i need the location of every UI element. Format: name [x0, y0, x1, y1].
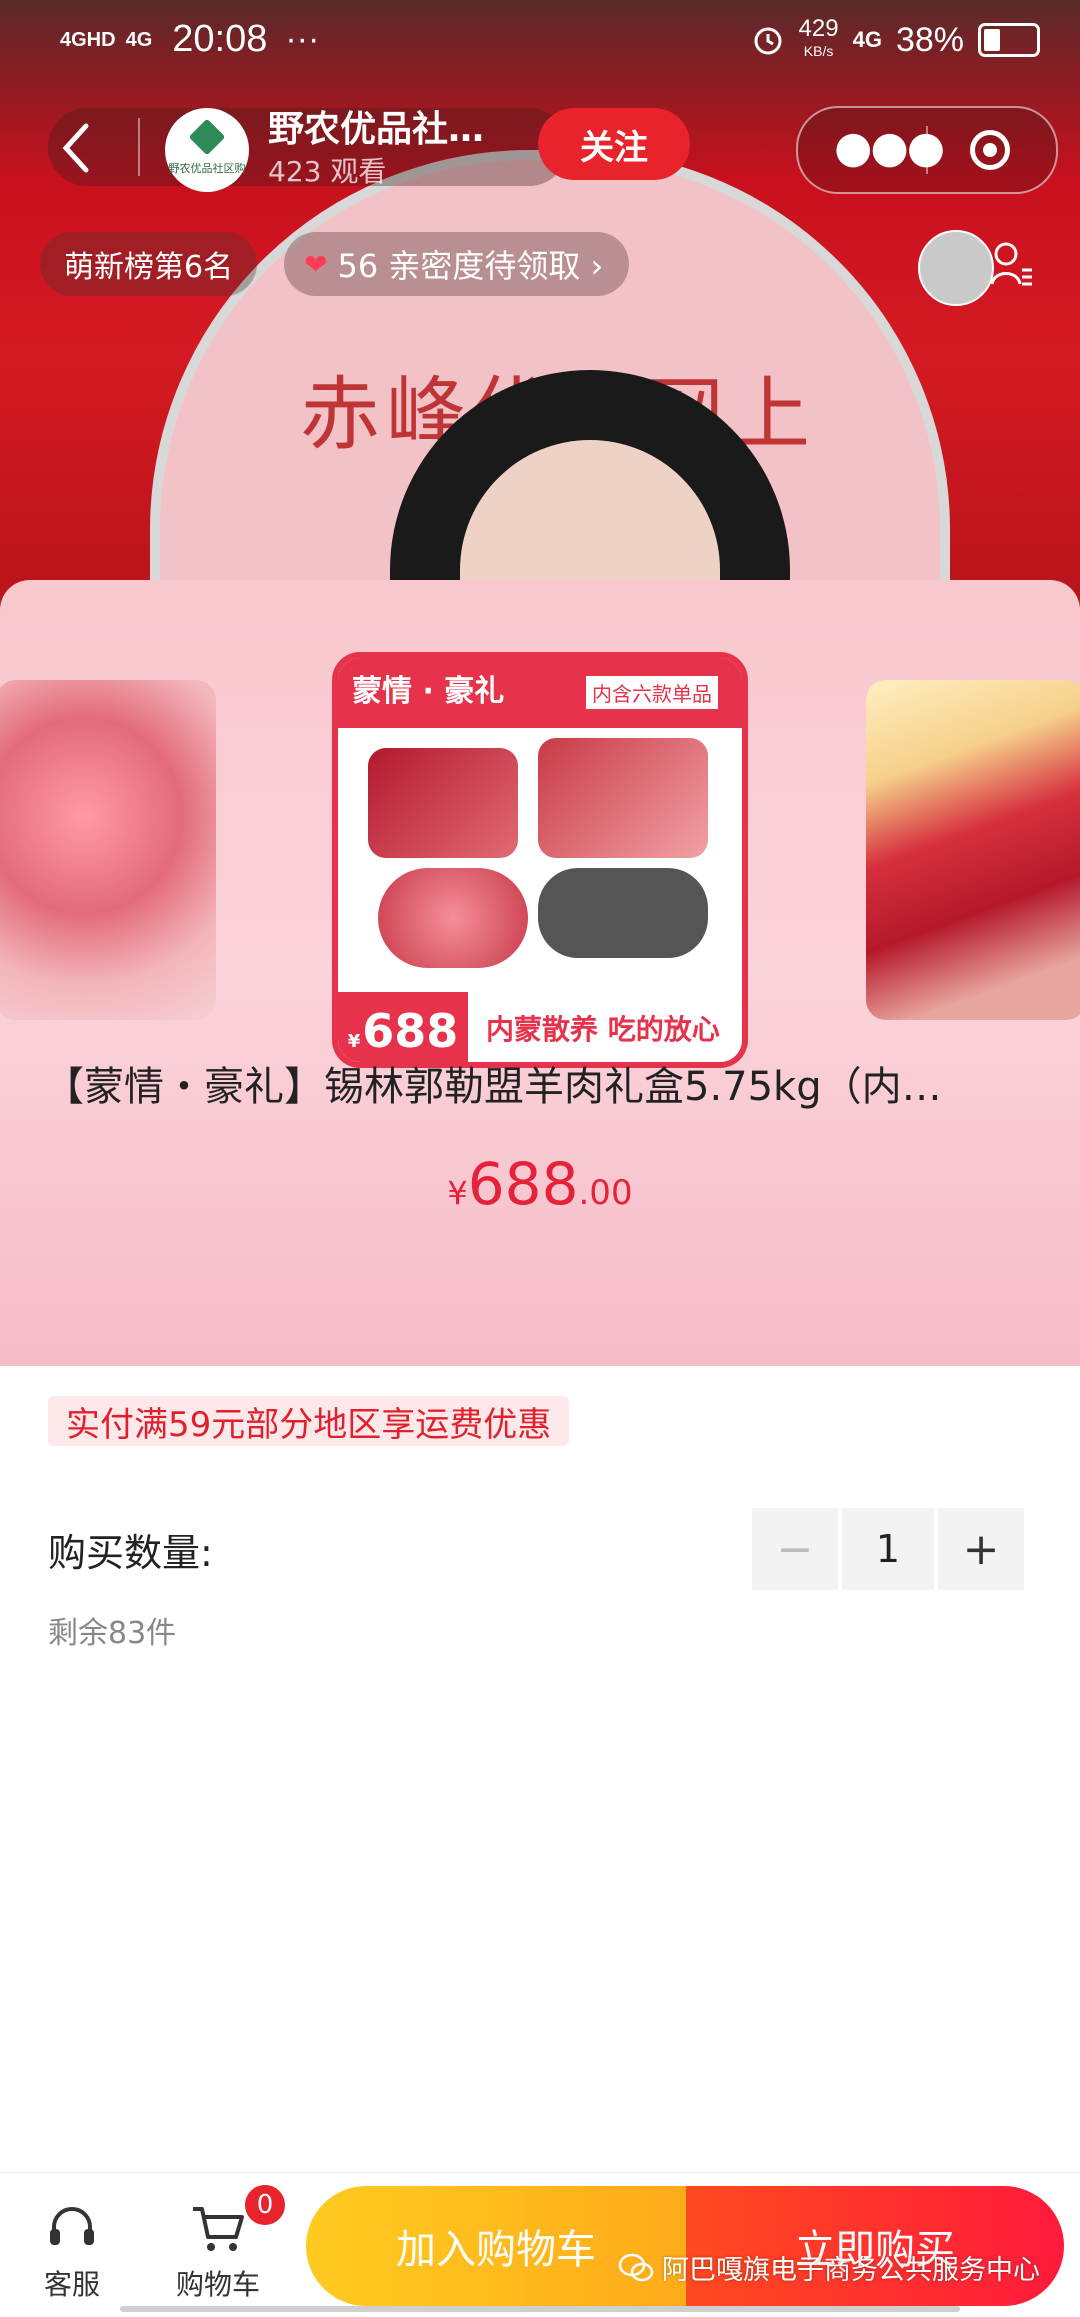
image-price-box: ¥ 688	[338, 992, 468, 1062]
product-title: 【蒙情・豪礼】锡林郭勒盟羊肉礼盒5.75kg（内…	[44, 1064, 942, 1110]
buy-now-button[interactable]: 立即购买	[686, 2186, 1064, 2306]
product-image-next[interactable]	[866, 680, 1080, 1020]
heart-icon: ❤	[304, 247, 328, 281]
product-image-main[interactable]: 蒙情 · 豪礼 内含六款单品 ¥ 688 内蒙散养 吃的放心	[338, 658, 742, 1062]
cart-icon	[193, 2207, 244, 2251]
decrease-button[interactable]: −	[752, 1508, 838, 1590]
chevron-left-icon	[62, 123, 89, 173]
wechat-icon	[618, 2253, 654, 2281]
host-name[interactable]: 野农优品社…	[268, 100, 484, 152]
customer-service-label: 客服	[43, 2268, 100, 2301]
image-subtitle: 内含六款单品	[586, 676, 718, 709]
close-target-icon[interactable]	[970, 130, 1010, 170]
cart-button[interactable]: 0 购物车	[166, 2183, 287, 2303]
rank-badge[interactable]: 萌新榜第6名	[40, 232, 258, 296]
watermark: 阿巴嘎旗电子商务公共服务中心	[618, 2248, 1040, 2287]
home-indicator[interactable]	[120, 2306, 960, 2312]
image-title: 蒙情 · 豪礼	[352, 674, 505, 709]
price-integer: 688	[467, 1150, 579, 1218]
shipping-promo-tag: 实付满59元部分地区享运费优惠	[48, 1396, 570, 1446]
quantity-value[interactable]: 1	[842, 1508, 934, 1590]
quantity-stepper: − 1 +	[752, 1508, 1024, 1590]
intimacy-label: 56 亲密度待领取 ›	[337, 247, 604, 285]
signal-label-2: 4G	[125, 28, 153, 51]
intimacy-badge[interactable]: ❤ 56 亲密度待领取 ›	[284, 232, 630, 296]
product-sheet: 蒙情 · 豪礼 内含六款单品 ¥ 688 内蒙散养 吃的放心 【蒙情・豪礼】锡林…	[0, 580, 1080, 1366]
meat-image-4	[538, 868, 708, 958]
meat-image-1	[368, 748, 518, 858]
image-topbar: 蒙情 · 豪礼 内含六款单品	[338, 658, 742, 728]
product-price: ¥688.00	[0, 1150, 1080, 1218]
status-dots: ···	[285, 20, 320, 58]
image-currency: ¥	[347, 1031, 361, 1052]
avatar-caption: 野农优品社区购	[168, 162, 246, 175]
network-speed: 429 KB/s	[798, 15, 839, 62]
header-divider	[138, 118, 140, 176]
price-currency: ¥	[447, 1174, 468, 1212]
meat-image-3	[378, 868, 528, 968]
alarm-icon	[754, 27, 782, 55]
headset-icon	[50, 2206, 94, 2245]
watermark-text: 阿巴嘎旗电子商务公共服务中心	[662, 2255, 1040, 2286]
battery-percent: 38%	[895, 20, 964, 59]
customer-service-button[interactable]: 客服	[30, 2201, 114, 2303]
audience-list-icon[interactable]	[990, 240, 1034, 290]
increase-button[interactable]: +	[938, 1508, 1024, 1590]
cart-label: 购物车	[175, 2268, 260, 2301]
network-type: 4G	[852, 27, 882, 52]
image-slogan: 内蒙散养 吃的放心	[486, 1013, 720, 1046]
viewer-count: 423 观看	[268, 155, 387, 188]
host-avatar[interactable]: 野农优品社区购	[165, 108, 249, 192]
status-bar: 4GHD 4G 20:08 ··· 429 KB/s 4G 38%	[0, 0, 1080, 82]
logo-icon	[188, 118, 226, 156]
follow-button[interactable]: 关注	[538, 108, 690, 180]
live-video-background: 赤峰优品网上	[0, 0, 1080, 640]
speed-value: 429	[798, 15, 839, 42]
speed-unit: KB/s	[803, 43, 834, 59]
price-decimal: .00	[578, 1173, 633, 1213]
quantity-label: 购买数量:	[48, 1531, 213, 1575]
cart-count-badge: 0	[243, 2183, 287, 2227]
meat-image-2	[538, 738, 708, 858]
image-price: 688	[362, 1004, 459, 1058]
back-button[interactable]	[56, 118, 106, 178]
image-bottom: ¥ 688 内蒙散养 吃的放心	[338, 992, 742, 1062]
add-to-cart-button[interactable]: 加入购物车	[306, 2186, 686, 2306]
product-image-prev[interactable]	[0, 680, 216, 1020]
capsule-divider	[926, 126, 928, 174]
stock-remaining: 剩余83件	[48, 1616, 177, 1651]
miniprogram-capsule: ●●●	[796, 106, 1058, 194]
product-carousel[interactable]: 蒙情 · 豪礼 内含六款单品 ¥ 688 内蒙散养 吃的放心	[0, 620, 1080, 1062]
audience-avatar[interactable]	[918, 230, 994, 306]
status-time: 20:08	[172, 18, 268, 60]
signal-label-1: 4GHD	[60, 28, 116, 51]
battery-icon	[978, 23, 1040, 57]
